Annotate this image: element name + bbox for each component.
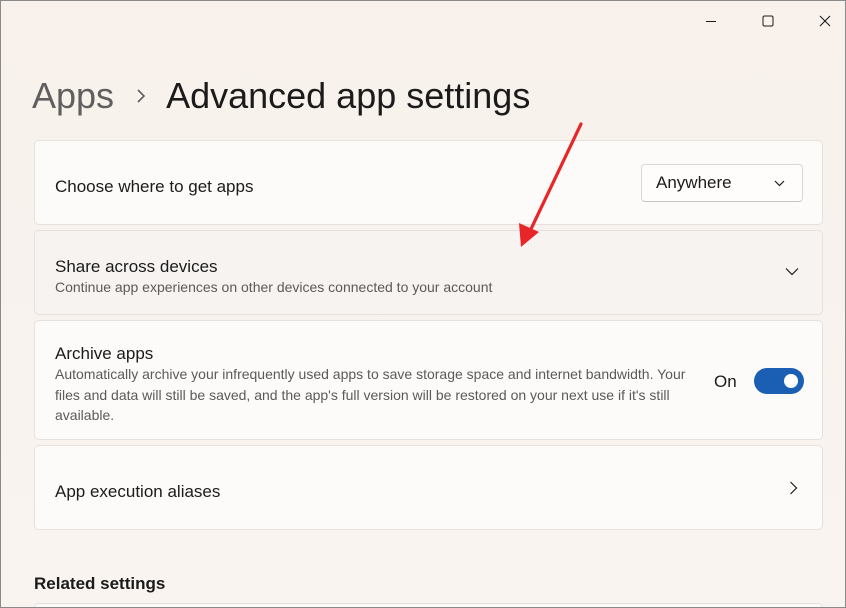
breadcrumb-apps-link[interactable]: Apps [32,75,114,117]
toggle-state-label: On [714,372,737,391]
minimize-button[interactable] [683,1,739,41]
setting-description: Continue app experiences on other device… [55,279,493,295]
chevron-right-icon [136,89,146,103]
setting-title: Choose where to get apps [55,177,254,196]
setting-description: Automatically archive your infrequently … [55,366,686,423]
dropdown-selected-value: Anywhere [656,173,732,192]
toggle-knob [784,374,798,388]
setting-card-archive-apps: Archive apps Automatically archive your … [34,320,823,440]
setting-title: App execution aliases [55,482,221,501]
archive-apps-toggle[interactable] [754,368,804,394]
related-settings-heading: Related settings [34,574,166,593]
settings-window: Apps Advanced app settings Choose where … [0,0,846,608]
chevron-down-icon[interactable] [785,267,799,276]
maximize-icon [762,15,774,27]
breadcrumb: Apps Advanced app settings [32,73,530,119]
maximize-button[interactable] [740,1,796,41]
close-icon [819,15,831,27]
setting-title: Share across devices [55,257,218,276]
chevron-down-icon [774,180,785,187]
related-settings-card[interactable] [34,603,823,607]
setting-title: Archive apps [55,344,154,363]
setting-card-app-source: Choose where to get apps Anywhere [34,140,823,225]
setting-card-app-execution-aliases[interactable]: App execution aliases [34,445,823,530]
minimize-icon [706,21,716,22]
chevron-right-icon [790,481,798,495]
app-source-dropdown[interactable]: Anywhere [641,164,803,202]
close-button[interactable] [797,1,845,41]
page-title: Advanced app settings [166,75,531,116]
setting-card-share-across-devices[interactable]: Share across devices Continue app experi… [34,230,823,315]
